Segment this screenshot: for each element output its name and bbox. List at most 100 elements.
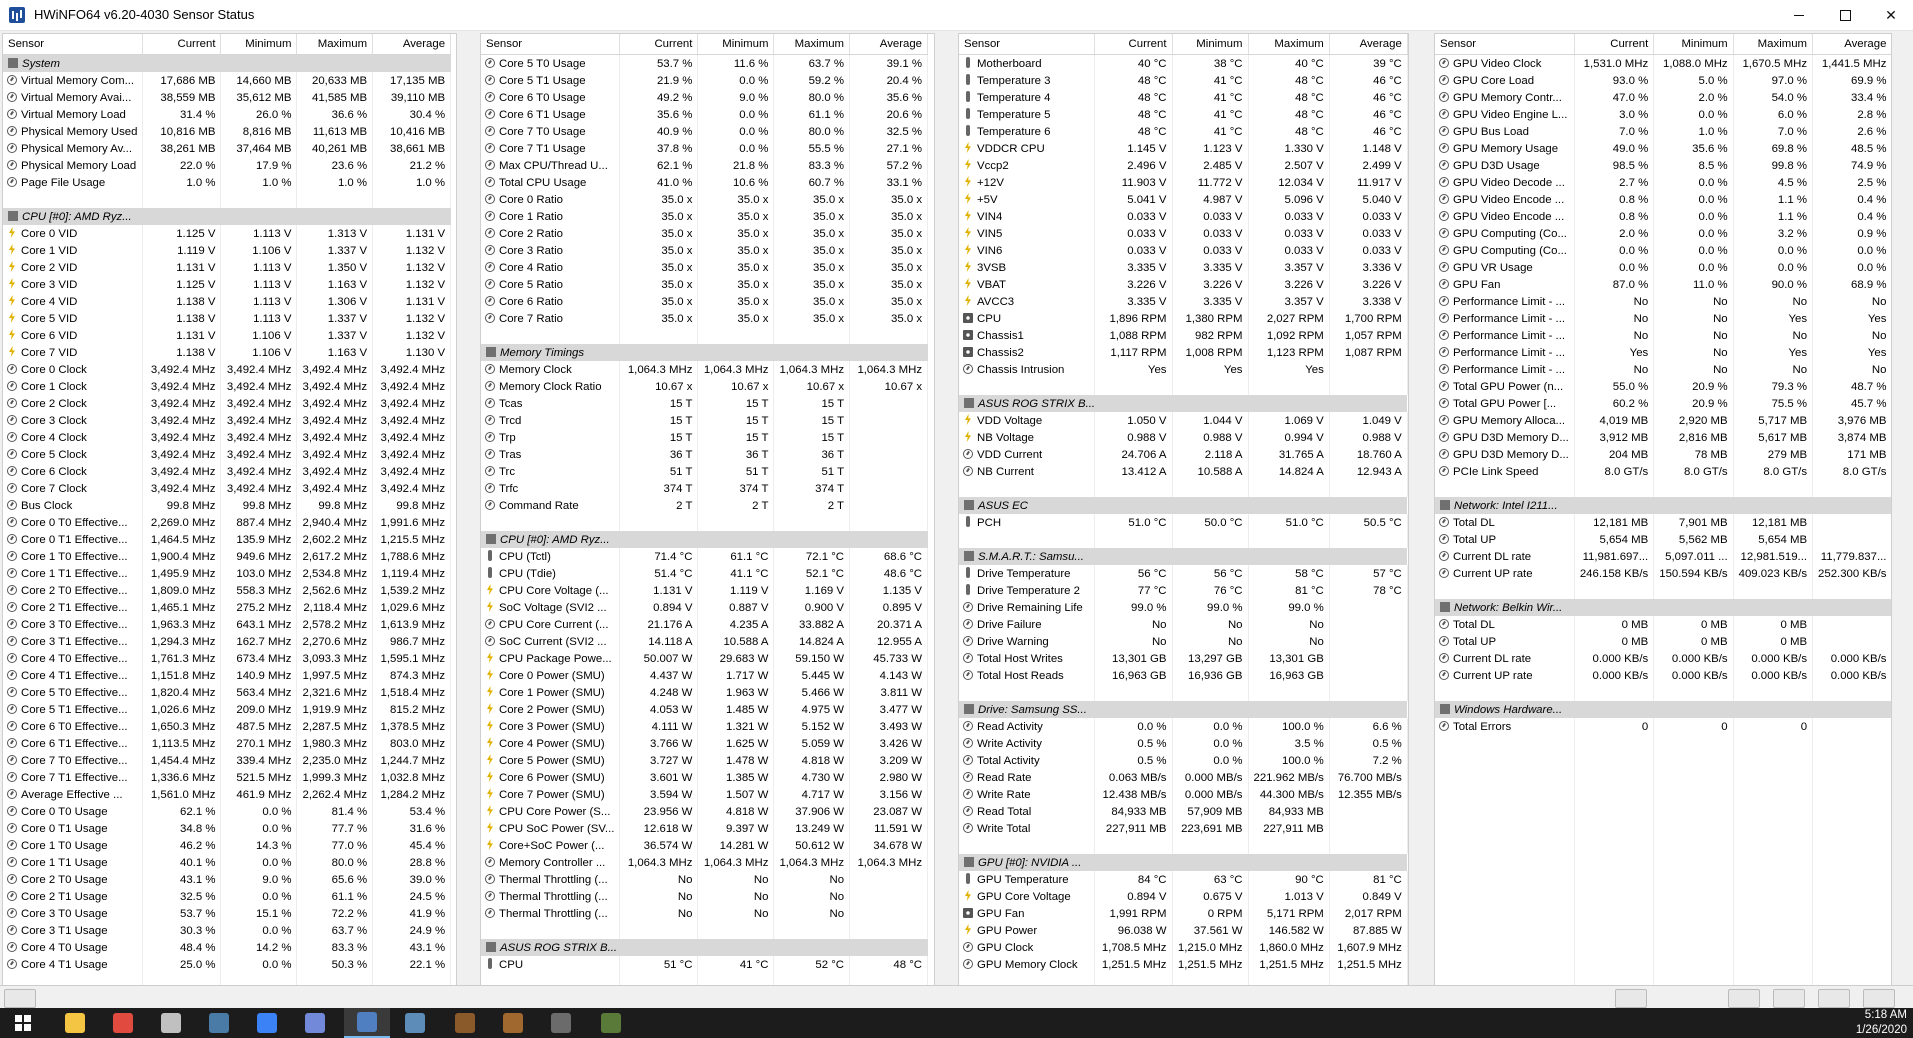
sensor-table[interactable]: Sensor Current Minimum Maximum Average Mother… bbox=[959, 34, 1408, 992]
sensor-group-header[interactable]: Windows Hardware... bbox=[1435, 701, 1891, 718]
steam-icon[interactable] bbox=[196, 1008, 242, 1038]
sensor-row[interactable]: Command Rate 2 T2 T2 T bbox=[481, 497, 929, 514]
sensor-row[interactable]: Core 2 T1 Effective... 1,465.1 MHz 275.2 M… bbox=[3, 599, 452, 616]
sensor-row[interactable]: Core 4 T0 Usage 48.4 % 14.2 % 83.3 % 43.1 % bbox=[3, 939, 452, 956]
steam-icon-2[interactable] bbox=[392, 1008, 438, 1038]
sensor-row[interactable]: Core 0 T1 Effective... 1,464.5 MHz 135.9 M… bbox=[3, 531, 452, 548]
sensor-row[interactable]: Temperature 5 48 °C 41 °C 48 °C 46 °C bbox=[959, 106, 1408, 123]
nav-back-button[interactable] bbox=[4, 989, 36, 1008]
sensor-row[interactable]: +12V 11.903 V 11.772 V 12.034 V 11.917 V bbox=[959, 174, 1408, 191]
sensor-row[interactable]: Vccp2 2.496 V 2.485 V 2.507 V 2.499 V bbox=[959, 157, 1408, 174]
sensor-row[interactable]: Memory Clock Ratio 10.67 x 10.67 x 10.67 x1… bbox=[481, 378, 929, 395]
sensor-row[interactable]: CPU Core Power (S... 23.956 W 4.818 W 37.90… bbox=[481, 803, 929, 820]
sensor-row[interactable]: Performance Limit - ... No No Yes Yes bbox=[1435, 310, 1891, 327]
sensor-group-header[interactable]: Network: Belkin Wir... bbox=[1435, 599, 1891, 616]
column-header-sensor[interactable]: Sensor bbox=[3, 34, 144, 55]
sensor-row[interactable]: Core 5 T1 Effective... 1,026.6 MHz 209.0 M… bbox=[3, 701, 452, 718]
sensor-row[interactable]: Chassis2 1,117 RPM 1,008 RPM 1,123 RPM 1,087… bbox=[959, 344, 1408, 361]
sensor-row[interactable]: Core 0 VID 1.125 V 1.113 V 1.313 V 1.131 V bbox=[3, 225, 452, 242]
sensor-row[interactable]: NB Current 13.412 A 10.588 A 14.824 A 12.943… bbox=[959, 463, 1408, 480]
sensor-group-header[interactable]: System bbox=[3, 54, 451, 72]
sensor-row[interactable]: Total Errors 0 0 0 bbox=[1435, 718, 1891, 735]
sensor-row[interactable]: VIN6 0.033 V 0.033 V 0.033 V 0.033 V bbox=[959, 242, 1408, 259]
sensor-row[interactable]: Core 6 Ratio 35.0 x 35.0 x 35.0 x 35.0 x bbox=[481, 293, 929, 310]
sensor-row[interactable]: Temperature 6 48 °C 41 °C 48 °C 46 °C bbox=[959, 123, 1408, 140]
sensor-row[interactable]: Thermal Throttling (... No No No bbox=[481, 905, 929, 922]
sensor-table[interactable]: Sensor Current Minimum Maximum Average System… bbox=[3, 34, 452, 992]
sensor-row[interactable]: Temperature 3 48 °C 41 °C 48 °C 46 °C bbox=[959, 72, 1408, 89]
sensor-row[interactable]: CPU Core Current (... 21.176 A 4.235 A 33.8… bbox=[481, 616, 929, 633]
sensor-panel-1[interactable]: Sensor Current Minimum Maximum Average System… bbox=[2, 33, 457, 993]
sensor-row[interactable]: Total GPU Power [... 60.2 % 20.9 % 75.5 % 45… bbox=[1435, 395, 1891, 412]
sensor-row[interactable]: CPU 51 °C 41 °C 52 °C 48 °C bbox=[481, 956, 929, 973]
sensor-row[interactable]: Core 2 VID 1.131 V 1.113 V 1.350 V 1.132 V bbox=[3, 259, 452, 276]
app-icon-dark[interactable] bbox=[538, 1008, 584, 1038]
file-explorer-icon[interactable] bbox=[52, 1008, 98, 1038]
column-header-maximum[interactable]: Maximum bbox=[773, 34, 851, 55]
sensor-row[interactable]: Core 7 T1 Effective... 1,336.6 MHz 521.5 M… bbox=[3, 769, 452, 786]
column-header-sensor[interactable]: Sensor bbox=[481, 34, 621, 55]
sensor-row[interactable]: 3VSB 3.335 V 3.335 V 3.357 V 3.336 V bbox=[959, 259, 1408, 276]
sensor-row[interactable]: Thermal Throttling (... No No No bbox=[481, 888, 929, 905]
rl-icon[interactable] bbox=[148, 1008, 194, 1038]
sensor-row[interactable]: Total UP 5,654 MB 5,562 MB 5,654 MB bbox=[1435, 531, 1891, 548]
sensor-row[interactable]: GPU Video Clock 1,531.0 MHz 1,088.0 MHz 1,6… bbox=[1435, 54, 1891, 72]
sensor-row[interactable]: SoC Current (SVI2 ... 14.118 A 10.588 A 14.… bbox=[481, 633, 929, 650]
sensor-row[interactable]: Current DL rate 11,981.697... 5,097.011 ..… bbox=[1435, 548, 1891, 565]
sensor-row[interactable]: Total UP 0 MB 0 MB 0 MB bbox=[1435, 633, 1891, 650]
column-header-average[interactable]: Average bbox=[849, 34, 929, 55]
sensor-row[interactable]: Core 0 T0 Usage 62.1 % 0.0 % 81.4 % 53.4 % bbox=[3, 803, 452, 820]
sensor-row[interactable]: Total DL 0 MB 0 MB 0 MB bbox=[1435, 616, 1891, 633]
sensor-row[interactable]: Core 5 T0 Effective... 1,820.4 MHz 563.4 M… bbox=[3, 684, 452, 701]
sensor-row[interactable]: Core 4 T1 Usage 25.0 % 0.0 % 50.3 % 22.1 % bbox=[3, 956, 452, 973]
column-header-minimum[interactable]: Minimum bbox=[220, 34, 298, 55]
sensor-row[interactable]: Core 6 Clock 3,492.4 MHz 3,492.4 MHz 3,492.… bbox=[3, 463, 452, 480]
game-icon-3[interactable] bbox=[588, 1008, 634, 1038]
sensor-row[interactable]: Core 3 T1 Usage 30.3 % 0.0 % 63.7 % 24.9 % bbox=[3, 922, 452, 939]
sensor-row[interactable]: PCIe Link Speed 8.0 GT/s 8.0 GT/s 8.0 GT/s 8… bbox=[1435, 463, 1891, 480]
sensor-row[interactable]: Core 7 Power (SMU) 3.594 W 1.507 W 4.717 W3… bbox=[481, 786, 929, 803]
column-header-current[interactable]: Current bbox=[1574, 34, 1655, 55]
sensor-row[interactable]: GPU Computing (Co... 0.0 % 0.0 % 0.0 % 0.0 % bbox=[1435, 242, 1891, 259]
sensor-row[interactable]: VDD Voltage 1.050 V 1.044 V 1.069 V 1.049 V bbox=[959, 412, 1408, 429]
sensor-row[interactable]: Virtual Memory Avai... 38,559 MB 35,612 MB… bbox=[3, 89, 452, 106]
sensor-row[interactable]: Trp 15 T 15 T 15 T bbox=[481, 429, 929, 446]
sensor-row[interactable]: Current UP rate 0.000 KB/s 0.000 KB/s 0.000… bbox=[1435, 667, 1891, 684]
sensor-row[interactable]: Current DL rate 0.000 KB/s 0.000 KB/s 0.000… bbox=[1435, 650, 1891, 667]
sensor-group-header[interactable]: Memory Timings bbox=[481, 344, 928, 361]
sensor-row[interactable]: Core 1 T1 Effective... 1,495.9 MHz 103.0 M… bbox=[3, 565, 452, 582]
sensor-row[interactable]: Core 1 T0 Usage 46.2 % 14.3 % 77.0 % 45.4 % bbox=[3, 837, 452, 854]
sensor-row[interactable]: Core 4 Ratio 35.0 x 35.0 x 35.0 x 35.0 x bbox=[481, 259, 929, 276]
sensor-row[interactable]: Core 4 T1 Effective... 1,151.8 MHz 140.9 M… bbox=[3, 667, 452, 684]
sensor-row[interactable]: Drive Remaining Life 99.0 % 99.0 % 99.0 % bbox=[959, 599, 1408, 616]
column-header-minimum[interactable]: Minimum bbox=[1653, 34, 1734, 55]
sensor-row[interactable]: GPU Video Encode ... 0.8 % 0.0 % 1.1 % 0.4 % bbox=[1435, 208, 1891, 225]
sensor-row[interactable]: Tras 36 T 36 T 36 T bbox=[481, 446, 929, 463]
sensor-row[interactable]: Core 4 VID 1.138 V 1.113 V 1.306 V 1.131 V bbox=[3, 293, 452, 310]
column-header-maximum[interactable]: Maximum bbox=[1733, 34, 1814, 55]
sensor-row[interactable]: Core 7 Clock 3,492.4 MHz 3,492.4 MHz 3,492.… bbox=[3, 480, 452, 497]
sensor-group-header[interactable]: GPU [#0]: NVIDIA ... bbox=[959, 854, 1408, 871]
sensor-row[interactable]: Trc 51 T 51 T 51 T bbox=[481, 463, 929, 480]
sensor-row[interactable]: Core 4 Clock 3,492.4 MHz 3,492.4 MHz 3,492.… bbox=[3, 429, 452, 446]
close-sensors-icon[interactable] bbox=[1863, 989, 1895, 1008]
sensor-row[interactable]: GPU VR Usage 0.0 % 0.0 % 0.0 % 0.0 % bbox=[1435, 259, 1891, 276]
sensor-row[interactable]: CPU 1,896 RPM 1,380 RPM 2,027 RPM 1,700 RPM bbox=[959, 310, 1408, 327]
chrome-icon[interactable] bbox=[100, 1008, 146, 1038]
sensor-row[interactable]: Core 0 Clock 3,492.4 MHz 3,492.4 MHz 3,492.… bbox=[3, 361, 452, 378]
sensor-row[interactable]: Max CPU/Thread U... 62.1 % 21.8 % 83.3 % 57.… bbox=[481, 157, 929, 174]
column-header-sensor[interactable]: Sensor bbox=[1435, 34, 1575, 55]
sensor-row[interactable]: Core 6 VID 1.131 V 1.106 V 1.337 V 1.132 V bbox=[3, 327, 452, 344]
sensor-row[interactable]: Core 0 Power (SMU) 4.437 W 1.717 W 5.445 W4… bbox=[481, 667, 929, 684]
sensor-row[interactable]: Total DL 12,181 MB 7,901 MB 12,181 MB bbox=[1435, 514, 1891, 531]
sensor-row[interactable]: Tcas 15 T 15 T 15 T bbox=[481, 395, 929, 412]
sensor-row[interactable]: Core 2 T0 Effective... 1,809.0 MHz 558.3 M… bbox=[3, 582, 452, 599]
sensor-row[interactable]: Core 1 T0 Effective... 1,900.4 MHz 949.6 M… bbox=[3, 548, 452, 565]
sensor-row[interactable]: GPU Power 96.038 W 37.561 W 146.582 W 87.885… bbox=[959, 922, 1408, 939]
sensor-row[interactable]: GPU Bus Load 7.0 % 1.0 % 7.0 % 2.6 % bbox=[1435, 123, 1891, 140]
settings-icon[interactable] bbox=[1818, 989, 1850, 1008]
sensor-row[interactable]: GPU D3D Usage 98.5 % 8.5 % 99.8 % 74.9 % bbox=[1435, 157, 1891, 174]
column-header-minimum[interactable]: Minimum bbox=[697, 34, 775, 55]
start-button[interactable] bbox=[0, 1008, 46, 1038]
sensor-row[interactable]: Chassis1 1,088 RPM 982 RPM 1,092 RPM 1,057 R… bbox=[959, 327, 1408, 344]
